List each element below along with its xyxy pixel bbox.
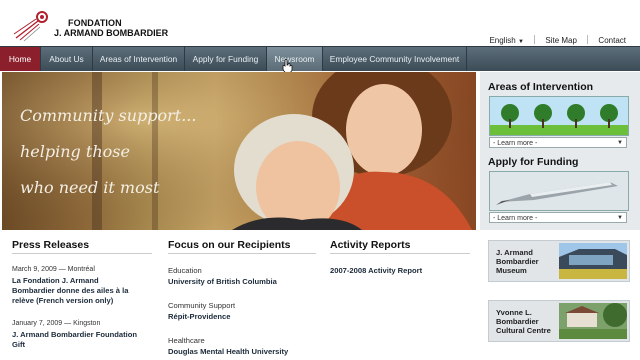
trees-image — [489, 96, 629, 136]
cultural-centre-link[interactable]: Yvonne L. Bombardier Cultural Centre — [488, 300, 630, 342]
nav-areas-of-intervention[interactable]: Areas of Intervention — [93, 47, 185, 71]
museum-thumbnail — [559, 243, 627, 279]
museum-label: J. Armand Bombardier Museum — [496, 248, 539, 275]
nav-home[interactable]: Home — [0, 47, 41, 71]
recipient-link[interactable]: Répit-Providence — [168, 312, 230, 322]
recipient-category: Community Support — [168, 301, 236, 310]
hand-cursor-icon — [282, 59, 293, 73]
museum-link[interactable]: J. Armand Bombardier Museum — [488, 240, 630, 282]
logo-line1: FONDATION — [68, 18, 122, 28]
funding-learn-more-select[interactable]: - Learn more - ▼ — [489, 212, 627, 223]
caret-down-icon: ▼ — [517, 39, 524, 45]
separator — [587, 35, 589, 44]
divider — [12, 253, 152, 254]
dropdown-arrow-icon: ▼ — [617, 140, 623, 146]
press-date: March 9, 2009 — Montréal — [12, 266, 95, 273]
cultural-centre-thumbnail — [559, 303, 627, 339]
activity-report-link[interactable]: 2007-2008 Activity Report — [330, 266, 422, 276]
separator — [534, 35, 536, 44]
press-item-link[interactable]: J. Armand Bombardier Foundation Gift — [12, 330, 157, 350]
language-link[interactable]: English ▼ — [489, 36, 523, 45]
nav-apply-for-funding[interactable]: Apply for Funding — [185, 47, 267, 71]
activity-reports-heading: Activity Reports — [330, 239, 411, 251]
divider — [330, 253, 470, 254]
recipient-category: Education — [168, 266, 202, 275]
areas-of-intervention-title: Areas of Intervention — [488, 81, 594, 93]
recipient-link[interactable]: University of British Columbia — [168, 277, 277, 287]
dropdown-arrow-icon: ▼ — [617, 215, 623, 221]
recipient-link[interactable]: Douglas Mental Health University — [168, 347, 288, 357]
recipient-category: Healthcare — [168, 336, 205, 345]
logo-emblem-icon — [13, 11, 48, 42]
utility-links: English ▼ Site Map Contact — [489, 35, 626, 45]
nav-newsroom[interactable]: Newsroom — [267, 47, 323, 71]
cultural-centre-label: Yvonne L. Bombardier Cultural Centre — [496, 308, 551, 335]
hero-line3: who need it most — [20, 178, 160, 197]
apply-for-funding-title: Apply for Funding — [488, 156, 579, 168]
logo[interactable]: FONDATION J. ARMAND BOMBARDIER — [10, 8, 200, 44]
fountain-pen-image — [489, 171, 629, 211]
hero-line1: Community support... — [20, 106, 197, 125]
press-item-link[interactable]: La Fondation J. Armand Bombardier donne … — [12, 276, 157, 306]
focus-heading: Focus on our Recipients — [168, 239, 291, 251]
nav-about-us[interactable]: About Us — [41, 47, 93, 71]
divider — [168, 253, 316, 254]
nav-employee-community-involvement[interactable]: Employee Community Involvement — [323, 47, 467, 71]
contact-link[interactable]: Contact — [598, 36, 626, 45]
site-map-link[interactable]: Site Map — [545, 36, 577, 45]
press-releases-heading: Press Releases — [12, 239, 90, 251]
press-date: January 7, 2009 — Kingston — [12, 320, 101, 327]
areas-learn-more-select[interactable]: - Learn more - ▼ — [489, 137, 627, 148]
hero-banner[interactable]: Community support... helping those who n… — [2, 72, 476, 230]
logo-line2: J. ARMAND BOMBARDIER — [54, 28, 169, 38]
hero-line2: helping those — [20, 142, 130, 161]
sidebar: Areas of Intervention - Learn more - ▼ A… — [480, 72, 640, 230]
main-nav: Home About Us Areas of Intervention Appl… — [0, 46, 640, 73]
